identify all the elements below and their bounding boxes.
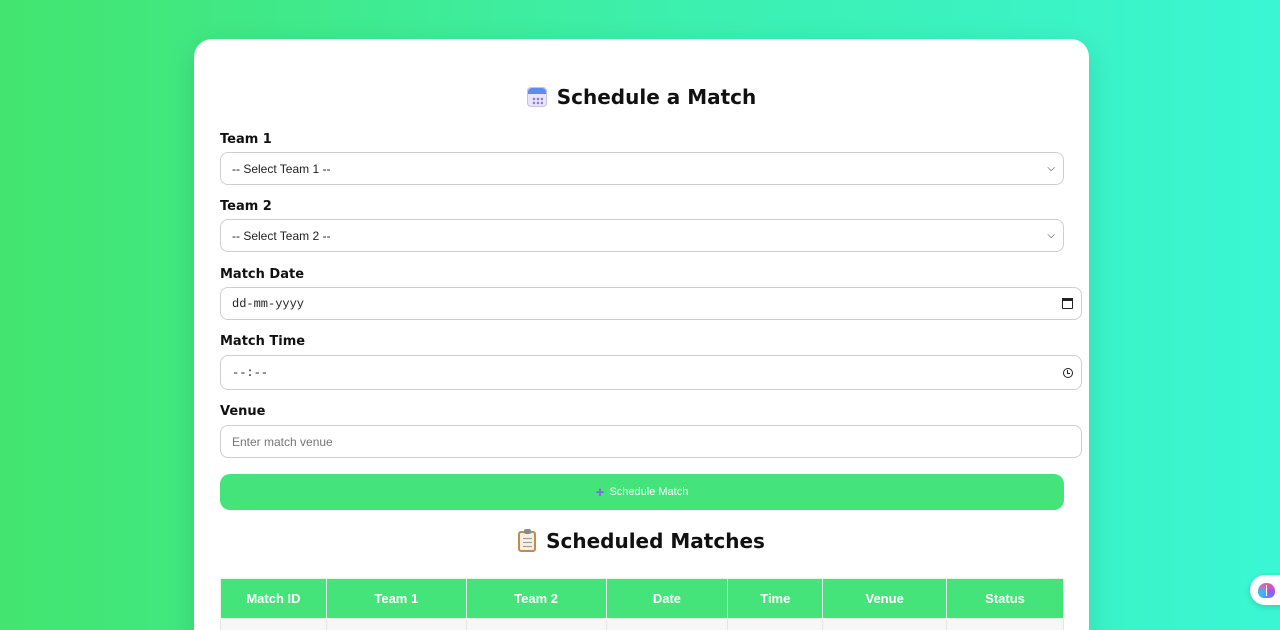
column-header-status: Status: [946, 578, 1064, 619]
match-date-input[interactable]: dd-mm-yyyy: [220, 287, 1082, 320]
match-time-input[interactable]: --:--: [220, 355, 1082, 390]
table-cell: [465, 618, 607, 630]
team1-select[interactable]: -- Select Team 1 -- ⌵: [220, 152, 1064, 185]
clipboard-icon: [518, 528, 537, 552]
team2-select-value: -- Select Team 2 --: [232, 228, 331, 243]
time-placeholder: --:--: [232, 365, 269, 380]
table-cell: [727, 618, 824, 630]
chevron-down-icon: ⌵: [1047, 163, 1055, 174]
calendar-picker-icon[interactable]: [1062, 298, 1073, 309]
matches-table: Match ID Team 1 Team 2 Date Time Venue S…: [220, 578, 1064, 630]
date-label: Match Date: [220, 267, 305, 282]
column-header-date: Date: [605, 578, 729, 619]
chevron-down-icon: ⌵: [1047, 230, 1055, 241]
column-header-team2: Team 2: [465, 578, 607, 619]
table-cell: [946, 618, 1064, 630]
team2-label: Team 2: [220, 199, 272, 214]
team1-label: Team 1: [220, 132, 272, 147]
date-placeholder: dd-mm-yyyy: [232, 296, 305, 311]
calendar-icon: [526, 87, 547, 107]
assistant-widget-button[interactable]: [1250, 575, 1280, 605]
plus-icon: +: [595, 483, 605, 501]
table-cell: [605, 618, 729, 630]
schedule-match-label: Schedule Match: [609, 486, 689, 498]
column-header-match-id: Match ID: [220, 578, 327, 619]
clock-icon[interactable]: [1063, 367, 1073, 378]
venue-label: Venue: [220, 404, 266, 419]
matches-title-text: Scheduled Matches: [546, 529, 765, 553]
table-cell: [822, 618, 948, 630]
schedule-card: Schedule a Match Team 1 -- Select Team 1…: [194, 39, 1089, 630]
time-label: Match Time: [220, 334, 306, 349]
brain-icon: [1258, 582, 1275, 598]
column-header-team1: Team 1: [325, 578, 467, 619]
team1-select-value: -- Select Team 1 --: [232, 161, 331, 176]
form-title-text: Schedule a Match: [556, 85, 757, 109]
column-header-time: Time: [727, 578, 824, 619]
table-cell: [220, 618, 327, 630]
team2-select[interactable]: -- Select Team 2 -- ⌵: [220, 219, 1064, 252]
column-header-venue: Venue: [822, 578, 948, 619]
matches-title: Scheduled Matches: [194, 528, 1089, 553]
table-header-row: Match ID Team 1 Team 2 Date Time Venue S…: [220, 578, 1064, 619]
table-cell: [325, 618, 467, 630]
table-row: [220, 618, 1064, 630]
venue-placeholder: Enter match venue: [232, 434, 333, 449]
form-title: Schedule a Match: [194, 85, 1089, 109]
schedule-match-button[interactable]: + Schedule Match: [220, 474, 1064, 510]
venue-input[interactable]: Enter match venue: [220, 425, 1082, 458]
